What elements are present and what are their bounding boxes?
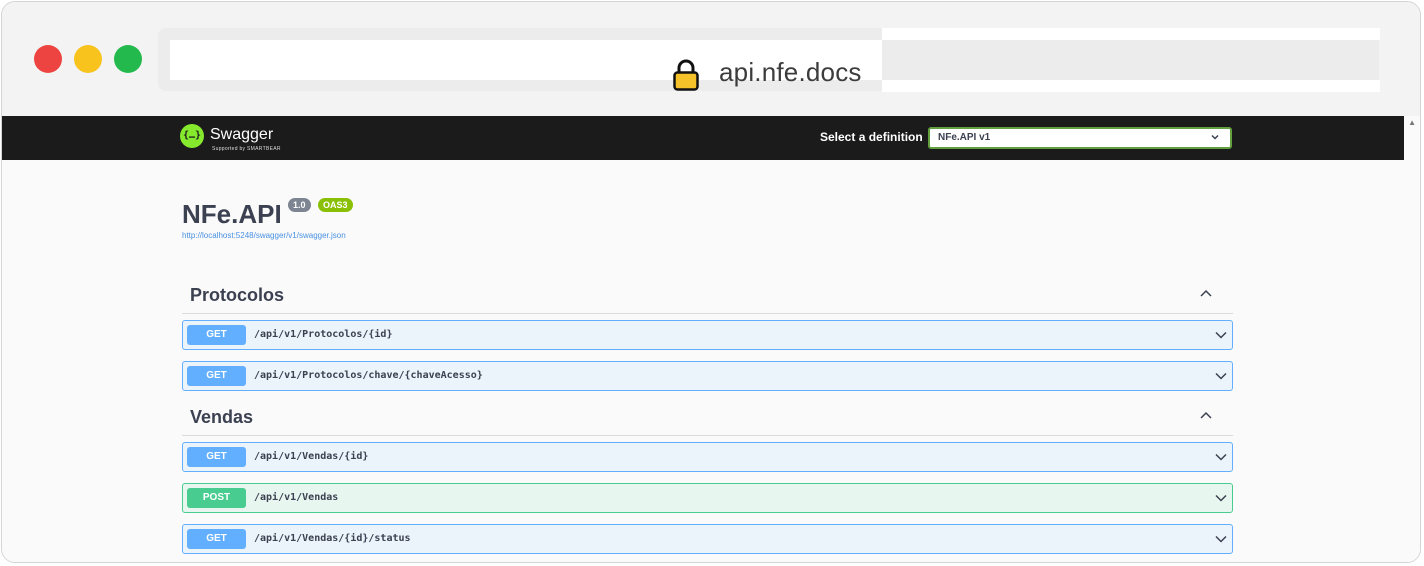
operation-row[interactable]: GET /api/v1/Vendas/{id} [182, 442, 1233, 472]
operation-path: /api/v1/Protocolos/chave/{chaveAcesso} [254, 370, 483, 381]
operation-row[interactable]: GET /api/v1/Vendas/{id}/status [182, 524, 1233, 554]
tag-header-protocolos[interactable]: Protocolos [182, 281, 1233, 314]
method-badge: POST [187, 488, 246, 508]
tag-header-vendas[interactable]: Vendas [182, 403, 1233, 436]
page-viewport: {…} Swagger Supported by SMARTBEAR Selec… [2, 116, 1420, 562]
version-badge: 1.0 [288, 198, 311, 212]
maximize-window-button[interactable] [114, 45, 142, 73]
swagger-logo-icon: {…} [180, 124, 204, 148]
chevron-down-icon[interactable] [1214, 532, 1228, 546]
url-text[interactable]: api.nfe.docs [719, 57, 862, 88]
operation-path: /api/v1/Protocolos/{id} [254, 329, 393, 340]
browser-chrome: api.nfe.docs [2, 2, 1420, 117]
method-badge: GET [187, 366, 246, 386]
chevron-down-icon[interactable] [1214, 328, 1228, 342]
tag-title: Protocolos [190, 285, 285, 305]
page-title: NFe.API [182, 199, 282, 229]
chevron-up-icon[interactable] [1199, 287, 1213, 301]
address-bar-edge-top [882, 28, 1380, 40]
operation-row[interactable]: GET /api/v1/Protocolos/{id} [182, 320, 1233, 350]
chevron-down-icon[interactable] [1214, 491, 1228, 505]
minimize-window-button[interactable] [74, 45, 102, 73]
swagger-topbar: {…} Swagger Supported by SMARTBEAR Selec… [2, 116, 1420, 160]
chevron-down-icon[interactable] [1214, 369, 1228, 383]
operation-row[interactable]: POST /api/v1/Vendas [182, 483, 1233, 513]
logo-name: Swagger [210, 126, 274, 143]
chevron-down-icon[interactable] [1214, 450, 1228, 464]
scrollbar[interactable]: ▲ [1404, 116, 1420, 562]
method-badge: GET [187, 447, 246, 467]
chevron-up-icon[interactable] [1199, 409, 1213, 423]
logo-sub: Supported by SMARTBEAR [212, 146, 281, 152]
chevron-down-icon [1211, 134, 1219, 140]
browser-window: api.nfe.docs {…} Swagger Supported by SM… [1, 1, 1421, 563]
close-window-button[interactable] [34, 45, 62, 73]
operation-row[interactable]: GET /api/v1/Protocolos/chave/{chaveAcess… [182, 361, 1233, 391]
definition-selected-value: NFe.API v1 [938, 132, 991, 143]
lock-icon [673, 59, 699, 91]
spec-json-link[interactable]: http://localhost:5248/swagger/v1/swagger… [182, 231, 346, 240]
definition-label: Select a definition [820, 130, 923, 144]
method-badge: GET [187, 325, 246, 345]
tag-title: Vendas [190, 407, 254, 427]
address-bar-edge-bottom [882, 80, 1380, 92]
definition-select[interactable]: NFe.API v1 [928, 127, 1232, 149]
oas-badge: OAS3 [318, 198, 353, 212]
operation-path: /api/v1/Vendas/{id}/status [254, 533, 411, 544]
operation-path: /api/v1/Vendas/{id} [254, 451, 369, 462]
method-badge: GET [187, 529, 246, 549]
scroll-up-arrow-icon[interactable]: ▲ [1408, 118, 1416, 127]
operation-path: /api/v1/Vendas [254, 492, 339, 503]
swagger-logo[interactable]: {…} Swagger Supported by SMARTBEAR [180, 123, 320, 157]
